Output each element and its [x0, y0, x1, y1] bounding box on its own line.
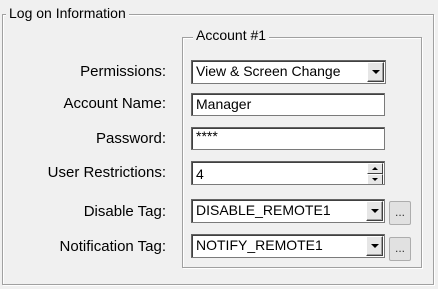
disable-tag-select[interactable]: DISABLE_REMOTE1 [191, 199, 385, 223]
password-label: Password: [95, 130, 166, 147]
disable-tag-label: Disable Tag: [83, 203, 166, 220]
user-restrictions-value: 4 [196, 166, 204, 182]
notification-tag-browse-button[interactable]: ... [389, 237, 411, 261]
account-title: Account #1 [193, 27, 270, 43]
password-field[interactable]: **** [191, 127, 385, 150]
chevron-down-icon[interactable] [366, 236, 383, 256]
logon-information-title: Log on Information [6, 5, 129, 21]
permissions-select[interactable]: View & Screen Change [191, 60, 386, 84]
user-restrictions-label: User Restrictions: [47, 164, 166, 181]
notification-tag-value: NOTIFY_REMOTE1 [196, 237, 323, 253]
notification-tag-label: Notification Tag: [59, 238, 166, 255]
chevron-down-icon[interactable] [367, 62, 384, 82]
arrow-up-icon[interactable] [367, 163, 383, 174]
permissions-label: Permissions: [80, 63, 166, 80]
disable-tag-value: DISABLE_REMOTE1 [196, 202, 331, 218]
permissions-value: View & Screen Change [196, 63, 341, 79]
arrow-down-icon[interactable] [367, 174, 383, 184]
user-restrictions-stepper[interactable]: 4 [191, 161, 385, 185]
notification-tag-select[interactable]: NOTIFY_REMOTE1 [191, 234, 385, 258]
account-name-input[interactable]: Manager [191, 93, 385, 116]
spin-buttons [367, 163, 383, 184]
account-name-label: Account Name: [63, 95, 166, 112]
chevron-down-icon[interactable] [366, 201, 383, 221]
disable-tag-browse-button[interactable]: ... [389, 201, 411, 225]
